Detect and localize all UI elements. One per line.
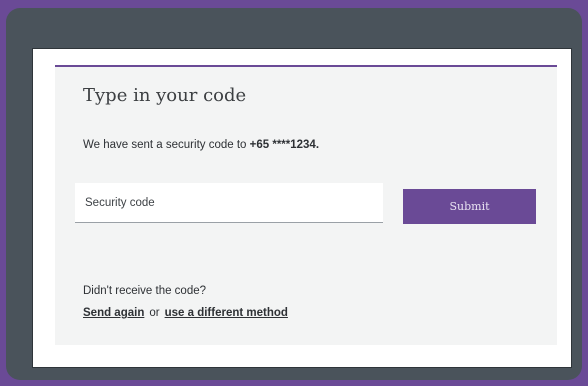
send-again-link[interactable]: Send again [83,307,144,319]
code-sent-prefix: We have sent a security code to [83,139,250,151]
device-frame: Type in your code We have sent a securit… [6,8,582,380]
resend-options: Send again or use a different method [83,307,288,319]
no-code-text: Didn't receive the code? [83,285,207,297]
different-method-link[interactable]: use a different method [165,307,288,319]
verification-card: Type in your code We have sent a securit… [55,65,557,345]
submit-button[interactable]: Submit [403,189,536,224]
screen: Type in your code We have sent a securit… [32,48,572,368]
security-code-input[interactable] [75,183,383,223]
or-separator: or [149,307,160,319]
page-title: Type in your code [83,85,247,106]
masked-phone-number: +65 ****1234. [249,139,320,151]
code-sent-message: We have sent a security code to +65 ****… [83,139,319,151]
